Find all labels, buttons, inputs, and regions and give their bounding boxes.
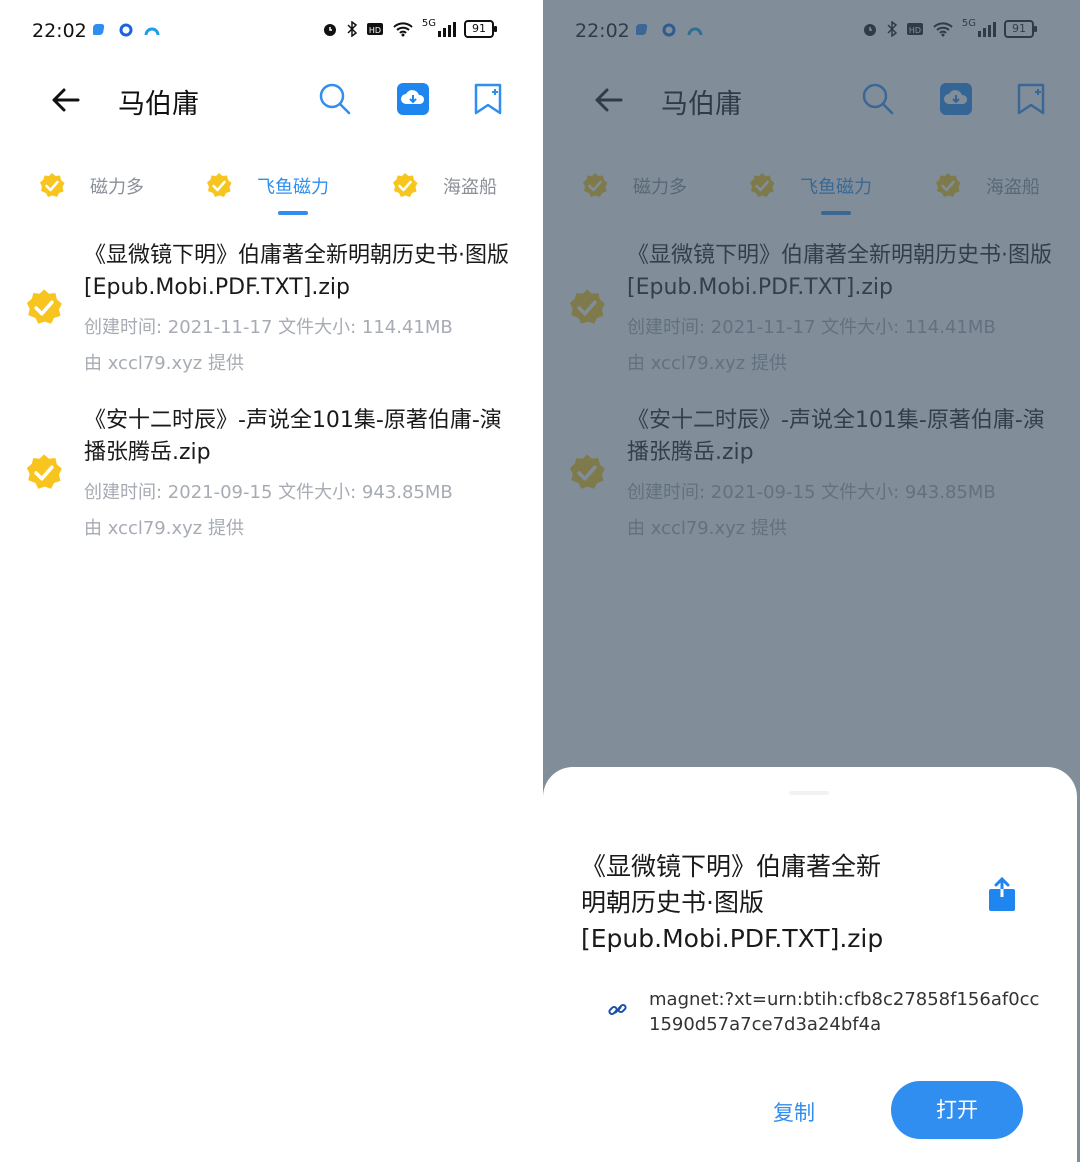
status-time: 22:02	[32, 20, 87, 42]
back-arrow-icon[interactable]	[48, 82, 84, 118]
result-meta: 创建时间: 2021-11-17 文件大小: 114.41MB	[84, 317, 453, 338]
bluetooth-icon	[347, 21, 358, 37]
detail-sheet-screen: 22:02 HD 5G 91 马伯庸 磁力多 飞鱼磁力	[543, 0, 1080, 1162]
signal-icon	[438, 22, 456, 37]
result-title: 《安十二时辰》-声说全101集-原著伯庸-演播张腾岳.zip	[84, 408, 502, 465]
arc-notification-icon	[144, 27, 160, 36]
active-tab-indicator	[278, 211, 308, 215]
wifi-icon	[393, 22, 413, 37]
verified-badge-icon	[26, 289, 62, 324]
source-tabs: 磁力多 飞鱼磁力 海盗船	[0, 166, 540, 216]
hd-icon: HD	[366, 23, 383, 35]
tab-feiyu[interactable]: 飞鱼磁力	[205, 166, 329, 206]
tab-label: 飞鱼磁力	[257, 177, 329, 198]
app-notification-icon	[93, 24, 105, 35]
search-icon[interactable]	[318, 82, 352, 116]
verified-badge-icon	[393, 173, 418, 197]
app-bar: 马伯庸	[0, 72, 540, 128]
link-icon	[608, 1003, 627, 1016]
svg-text:HD: HD	[369, 26, 381, 35]
result-source: 由 xccl79.xyz 提供	[84, 518, 244, 539]
sheet-file-title: 《显微镜下明》伯庸著全新明朝历史书·图版[Epub.Mobi.PDF.TXT].…	[581, 852, 884, 953]
circle-notification-icon	[119, 23, 133, 37]
open-button[interactable]: 打开	[891, 1081, 1023, 1139]
status-icons: HD 5G 91	[322, 17, 497, 38]
page-title: 马伯庸	[118, 89, 199, 120]
sheet-drag-handle[interactable]	[789, 791, 829, 795]
result-meta: 创建时间: 2021-09-15 文件大小: 943.85MB	[84, 482, 453, 503]
search-screen: 22:02 HD 5G 91 马伯庸 磁力多 飞鱼磁力 海盗船 《显微镜下明》伯…	[0, 0, 540, 1162]
share-icon[interactable]	[987, 877, 1017, 913]
verified-badge-icon	[40, 173, 65, 197]
magnet-detail-sheet: 《显微镜下明》伯庸著全新明朝历史书·图版[Epub.Mobi.PDF.TXT].…	[543, 767, 1077, 1162]
tab-label: 海盗船	[443, 177, 497, 198]
status-bar: 22:02 HD 5G 91	[0, 14, 540, 50]
tab-ciliduo[interactable]: 磁力多	[38, 166, 144, 206]
magnet-link-text: magnet:?xt=urn:btih:cfb8c27858f156af0cc1…	[649, 989, 1040, 1035]
network-type: 5G	[421, 17, 436, 29]
bookmark-add-icon[interactable]	[472, 82, 504, 116]
verified-badge-icon	[207, 173, 232, 197]
tab-label: 磁力多	[90, 177, 144, 198]
copy-button[interactable]: 复制	[773, 1097, 815, 1127]
alarm-icon	[323, 24, 336, 36]
verified-badge-icon	[26, 454, 62, 489]
result-source: 由 xccl79.xyz 提供	[84, 353, 244, 374]
tab-haidaochuan[interactable]: 海盗船	[391, 166, 497, 206]
battery-indicator: 91	[464, 20, 497, 38]
cloud-download-icon[interactable]	[396, 82, 430, 116]
result-title: 《显微镜下明》伯庸著全新明朝历史书·图版[Epub.Mobi.PDF.TXT].…	[84, 243, 509, 300]
